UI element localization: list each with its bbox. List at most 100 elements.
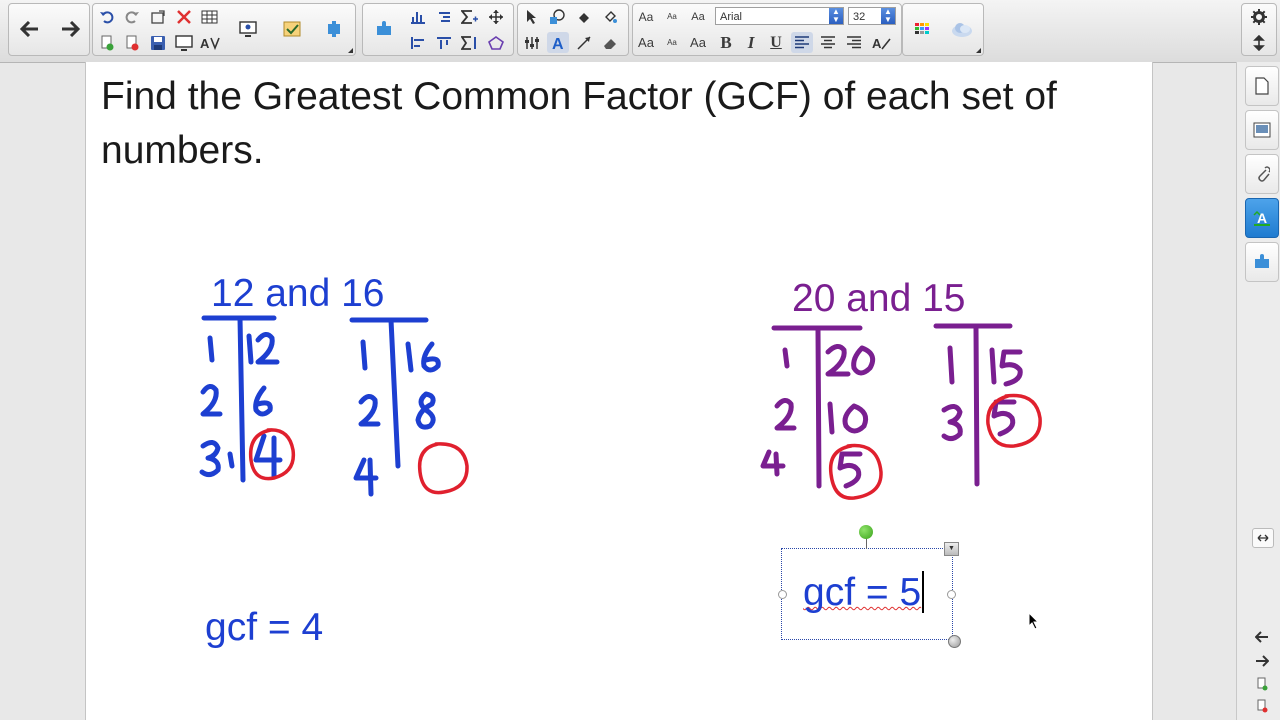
paint-bucket-icon[interactable] (599, 6, 621, 27)
back-arrow-icon[interactable] (13, 12, 47, 46)
tools-group: A (517, 3, 629, 56)
color-palette-icon[interactable] (905, 12, 939, 46)
page-sorter-tab[interactable] (1245, 66, 1279, 106)
move-icon[interactable] (485, 6, 507, 27)
measure-icon[interactable] (521, 32, 543, 53)
expand-corner-icon[interactable] (348, 48, 353, 53)
sum-icon[interactable] (459, 32, 481, 53)
shape-icon[interactable] (485, 32, 507, 53)
problem2-ladder-right (933, 323, 1023, 487)
next-page-icon[interactable] (1252, 652, 1272, 670)
redo-icon[interactable] (121, 6, 143, 27)
settings-group (1241, 3, 1277, 56)
resize-handle-left[interactable] (778, 590, 787, 599)
resize-handle-corner[interactable] (948, 635, 961, 648)
align-right-icon[interactable] (433, 6, 455, 27)
font-small-button[interactable]: Aa (661, 6, 683, 27)
colors-group (902, 3, 984, 56)
insert-group (362, 3, 514, 56)
underline-label: U (770, 33, 782, 51)
select-arrow-icon[interactable] (521, 6, 543, 27)
bar-chart-icon[interactable] (407, 6, 429, 27)
align-right-text-icon[interactable] (843, 32, 865, 53)
mouse-pointer-icon (1028, 611, 1040, 635)
eraser-icon[interactable] (599, 32, 621, 53)
bold-button[interactable]: B (715, 32, 737, 53)
remove-page-icon[interactable] (1252, 697, 1272, 715)
open-file-icon[interactable] (147, 6, 169, 27)
save-icon[interactable] (147, 32, 169, 53)
add-ons-icon[interactable] (317, 12, 351, 46)
text-box-menu-button[interactable]: ▼ (944, 542, 959, 556)
font-medium-label-2: Aa (690, 35, 706, 50)
whiteboard-page[interactable]: Find the Greatest Common Factor (GCF) of… (85, 62, 1153, 720)
align-left-icon[interactable] (407, 32, 429, 53)
delete-page-icon[interactable] (121, 32, 143, 53)
font-large-label: Aa (638, 9, 654, 24)
delete-icon[interactable] (173, 6, 195, 27)
font-name-value: Arial (720, 11, 743, 23)
svg-text:A: A (552, 36, 564, 51)
font-medium-button-2[interactable]: Aa (687, 32, 709, 53)
font-large-label-2: Aa (638, 35, 654, 50)
font-size-dropdown-icon[interactable]: ▲ ▼ (881, 8, 895, 24)
problem1-ladder-right (349, 317, 441, 497)
add-page-icon[interactable] (1252, 675, 1272, 693)
font-large-button[interactable]: Aa (635, 6, 657, 27)
screen-icon[interactable] (173, 32, 195, 53)
font-size-select[interactable]: 32 ▲ ▼ (848, 7, 896, 25)
main-toolbar: A A Aa Aa Aa Arial ▲ ▼ 32 ▲ ▼ Aa Aa Aa B… (0, 0, 1280, 63)
right-sidebar: A (1236, 62, 1280, 720)
rotate-handle[interactable] (859, 525, 873, 539)
font-large-button-2[interactable]: Aa (635, 32, 657, 53)
align-top-icon[interactable] (433, 32, 455, 53)
text-box-content[interactable]: gcf = 5 (803, 571, 925, 615)
font-medium-label: Aa (691, 10, 705, 23)
font-medium-button[interactable]: Aa (687, 6, 709, 27)
previous-page-icon[interactable] (1252, 628, 1272, 646)
italic-label: I (747, 32, 755, 52)
sigma-icon[interactable] (459, 6, 481, 27)
expand-colors-icon[interactable] (976, 48, 981, 53)
font-name-dropdown-icon[interactable]: ▲ ▼ (829, 8, 843, 24)
attachments-tab[interactable] (1245, 154, 1279, 194)
problem1-answer: gcf = 4 (205, 606, 324, 649)
screen-shade-icon[interactable] (231, 12, 265, 46)
table-icon[interactable] (199, 6, 221, 27)
response-icon[interactable] (275, 12, 309, 46)
circle-problem1-right (417, 442, 469, 495)
sidebar-toggle-icon[interactable] (1252, 528, 1274, 548)
text-style-icon[interactable]: A (871, 32, 893, 53)
new-page-icon[interactable] (96, 32, 118, 53)
properties-tab[interactable]: A (1245, 198, 1279, 238)
undo-icon[interactable] (96, 6, 118, 27)
spell-check-icon[interactable]: A (199, 32, 221, 53)
underline-button[interactable]: U (765, 32, 787, 53)
text-tool-icon[interactable]: A (547, 32, 569, 53)
align-center-text-icon[interactable] (817, 32, 839, 53)
font-small-button-2[interactable]: Aa (661, 32, 683, 53)
resize-handle-right[interactable] (947, 590, 956, 599)
svg-text:A: A (200, 36, 210, 51)
shapes-icon[interactable] (547, 6, 569, 27)
italic-button[interactable]: I (740, 32, 762, 53)
fill-icon[interactable] (573, 6, 595, 27)
text-format-group: Aa Aa Aa Arial ▲ ▼ 32 ▲ ▼ Aa Aa Aa B I U A (632, 3, 902, 56)
cloud-icon[interactable] (945, 12, 979, 46)
font-name-select[interactable]: Arial ▲ ▼ (715, 7, 844, 25)
font-small-label-2: Aa (667, 38, 677, 47)
answer-text-box[interactable]: ▼ gcf = 5 (778, 525, 961, 648)
problem2-ladder-left (760, 325, 876, 489)
text-caret (922, 571, 925, 613)
line-tool-icon[interactable] (573, 32, 595, 53)
align-left-text-icon[interactable] (791, 32, 813, 53)
svg-text:A: A (1257, 210, 1267, 226)
gear-icon[interactable] (1248, 6, 1270, 27)
add-ons-tab[interactable] (1245, 242, 1279, 282)
bold-label: B (720, 32, 732, 52)
puzzle-icon[interactable] (367, 12, 401, 46)
forward-arrow-icon[interactable] (53, 12, 87, 46)
gallery-tab[interactable] (1245, 110, 1279, 150)
toolbar-move-icon[interactable] (1248, 32, 1270, 53)
problem1-ladder-left (199, 315, 283, 483)
